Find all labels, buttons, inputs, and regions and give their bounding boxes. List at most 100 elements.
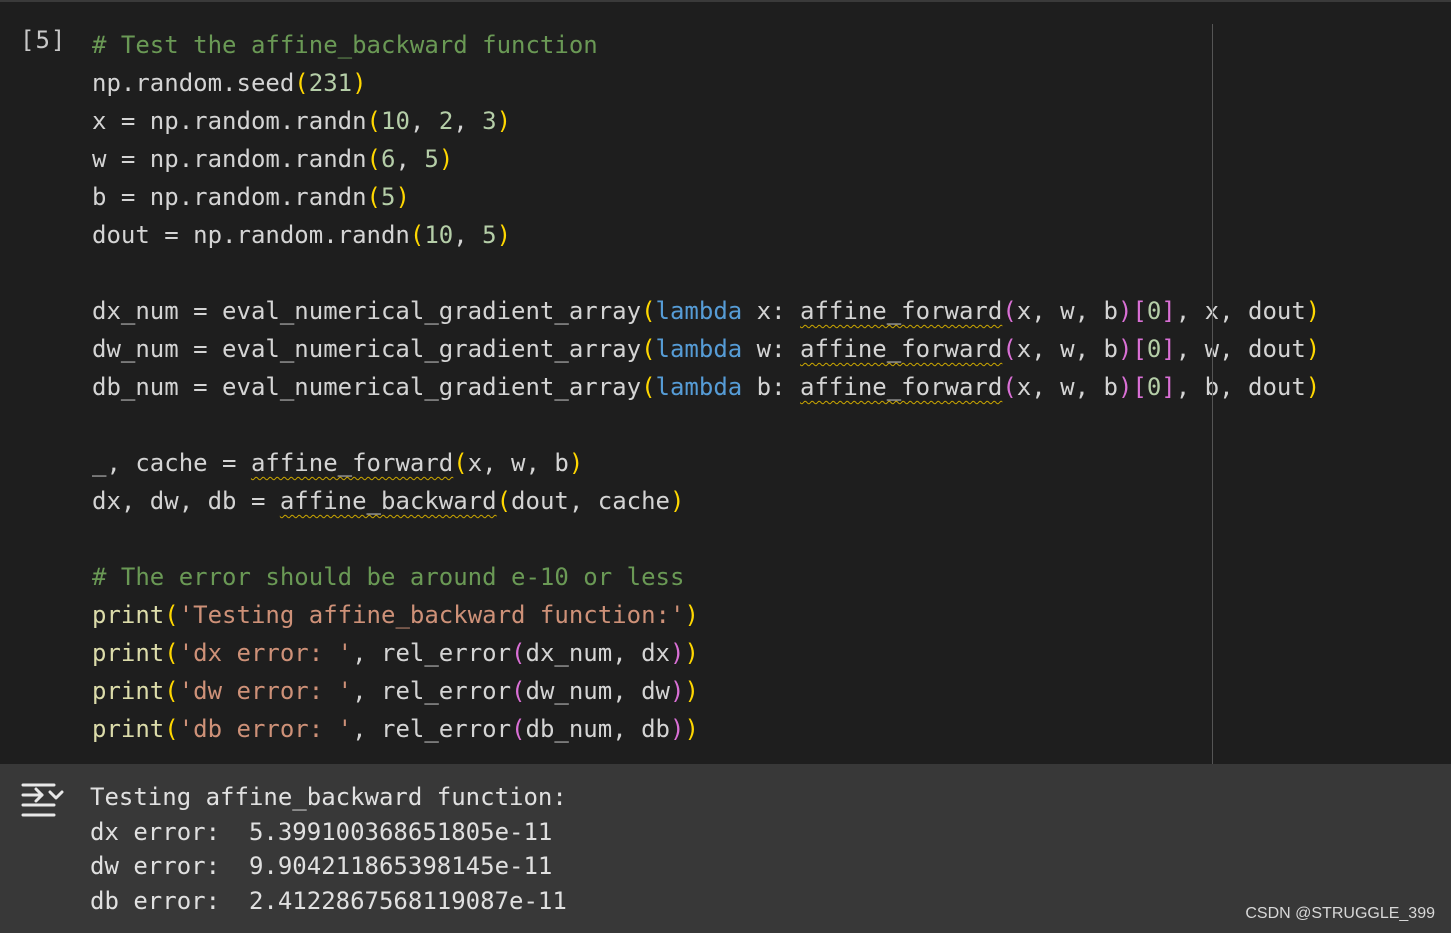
code-token: 0 — [1146, 297, 1162, 325]
code-token: , rel_error — [352, 677, 512, 705]
code-token: 5 — [424, 145, 439, 173]
code-token: ( — [1002, 335, 1017, 363]
code-token: print — [92, 601, 165, 629]
code-line[interactable]: dx, dw, db = affine_backward(dout, cache… — [92, 482, 1451, 520]
code-line[interactable]: dout = np.random.randn(10, 5) — [92, 216, 1451, 254]
code-token: [ — [1132, 373, 1147, 401]
code-token: ) — [684, 715, 699, 743]
code-token: ) — [1117, 373, 1133, 401]
code-line[interactable] — [92, 406, 1451, 444]
code-token: b = np.random.randn — [92, 183, 367, 211]
code-line[interactable]: _, cache = affine_forward(x, w, b) — [92, 444, 1451, 482]
code-line[interactable]: np.random.seed(231) — [92, 64, 1451, 102]
cell-output: Testing affine_backward function: dx err… — [0, 764, 1451, 933]
code-line[interactable]: dx_num = eval_numerical_gradient_array(l… — [92, 292, 1451, 330]
code-token: ) — [670, 677, 685, 705]
code-line[interactable]: print('db error: ', rel_error(db_num, db… — [92, 710, 1451, 748]
execution-count: [5] — [20, 26, 67, 54]
code-token: ( — [366, 183, 381, 211]
code-token: dout, cache — [511, 487, 670, 515]
output-toggle-icon[interactable] — [20, 780, 64, 820]
code-token: db_num = eval_numerical_gradient_array — [92, 373, 642, 401]
code-token: 231 — [308, 69, 353, 97]
code-token: ) — [670, 487, 685, 515]
code-token: 3 — [482, 107, 497, 135]
code-token: ( — [641, 373, 656, 401]
code-line[interactable]: x = np.random.randn(10, 2, 3) — [92, 102, 1451, 140]
code-token: ) — [684, 677, 699, 705]
code-token: , rel_error — [352, 715, 512, 743]
code-token: 6 — [381, 145, 396, 173]
output-line: dx error: 5.399100368651805e-11 — [90, 817, 553, 846]
code-token: w: — [742, 335, 801, 363]
code-line[interactable] — [92, 520, 1451, 558]
code-token: [ — [1132, 297, 1147, 325]
code-token: db_num, db — [525, 715, 671, 743]
code-line[interactable]: db_num = eval_numerical_gradient_array(l… — [92, 368, 1451, 406]
code-line[interactable]: dw_num = eval_numerical_gradient_array(l… — [92, 330, 1451, 368]
code-token: affine_forward — [250, 449, 454, 477]
code-token: x, w, b — [1016, 335, 1118, 363]
code-token: ] — [1161, 335, 1176, 363]
code-token: 0 — [1146, 373, 1162, 401]
code-token: _, cache = — [92, 449, 251, 477]
code-token: ) — [395, 183, 410, 211]
code-token: 2 — [438, 107, 454, 135]
code-token: 'Testing affine_backward function:' — [178, 601, 685, 629]
code-token: , — [453, 221, 483, 249]
code-line[interactable]: print('dw error: ', rel_error(dw_num, dw… — [92, 672, 1451, 710]
code-token: ( — [511, 639, 526, 667]
code-token: 5 — [381, 183, 396, 211]
code-token: ( — [164, 639, 179, 667]
code-token: affine_forward — [800, 297, 1003, 325]
code-token: print — [92, 639, 165, 667]
code-token: ( — [1002, 297, 1017, 325]
code-token: ) — [1305, 373, 1321, 401]
code-token: ( — [294, 69, 309, 97]
code-line[interactable]: b = np.random.randn(5) — [92, 178, 1451, 216]
code-editor[interactable]: # Test the affine_backward function np.ra… — [92, 26, 1451, 748]
code-token: lambda — [655, 335, 743, 363]
code-token: ) — [670, 639, 685, 667]
code-line[interactable]: print('dx error: ', rel_error(dx_num, dx… — [92, 634, 1451, 672]
code-line[interactable]: # Test the affine_backward function — [92, 26, 1451, 64]
code-token: affine_backward — [279, 487, 497, 515]
code-token: # Test the affine_backward function — [92, 31, 598, 59]
code-token: , — [395, 145, 425, 173]
output-text: Testing affine_backward function: dx err… — [90, 780, 567, 918]
code-token: print — [92, 677, 165, 705]
code-token: dout = np.random.randn — [92, 221, 410, 249]
code-token: ( — [164, 715, 179, 743]
code-token: affine_forward — [800, 373, 1003, 401]
code-token: ) — [670, 715, 685, 743]
code-line[interactable]: print('Testing affine_backward function:… — [92, 596, 1451, 634]
code-line[interactable] — [92, 254, 1451, 292]
code-token: ( — [409, 221, 425, 249]
code-token: 0 — [1146, 335, 1162, 363]
code-token: ) — [1117, 297, 1133, 325]
code-token: 10 — [381, 107, 410, 135]
code-token: dw_num, dw — [525, 677, 671, 705]
code-token: 5 — [482, 221, 497, 249]
code-line[interactable]: # The error should be around e-10 or les… — [92, 558, 1451, 596]
code-token: ( — [511, 677, 526, 705]
code-token: ( — [641, 335, 656, 363]
code-token: [ — [1132, 335, 1147, 363]
code-token: ) — [568, 449, 584, 477]
code-token: , — [409, 107, 439, 135]
code-token: x: — [742, 297, 801, 325]
code-token: ( — [511, 715, 526, 743]
code-token: lambda — [655, 373, 743, 401]
code-token: b: — [742, 373, 801, 401]
code-token: ) — [1305, 335, 1321, 363]
output-line: dw error: 9.904211865398145e-11 — [90, 852, 553, 880]
code-token: affine_forward — [800, 335, 1003, 363]
code-token: ) — [496, 107, 512, 135]
code-line[interactable]: w = np.random.randn(6, 5) — [92, 140, 1451, 178]
code-token: ] — [1161, 297, 1176, 325]
watermark: CSDN @STRUGGLE_399 — [1245, 905, 1435, 922]
code-token: print — [92, 715, 165, 743]
output-line: db error: 2.4122867568119087e-11 — [90, 886, 567, 915]
code-cell[interactable]: [5] # Test the affine_backward function n… — [0, 0, 1451, 766]
code-token: x, w, b — [1016, 297, 1118, 325]
